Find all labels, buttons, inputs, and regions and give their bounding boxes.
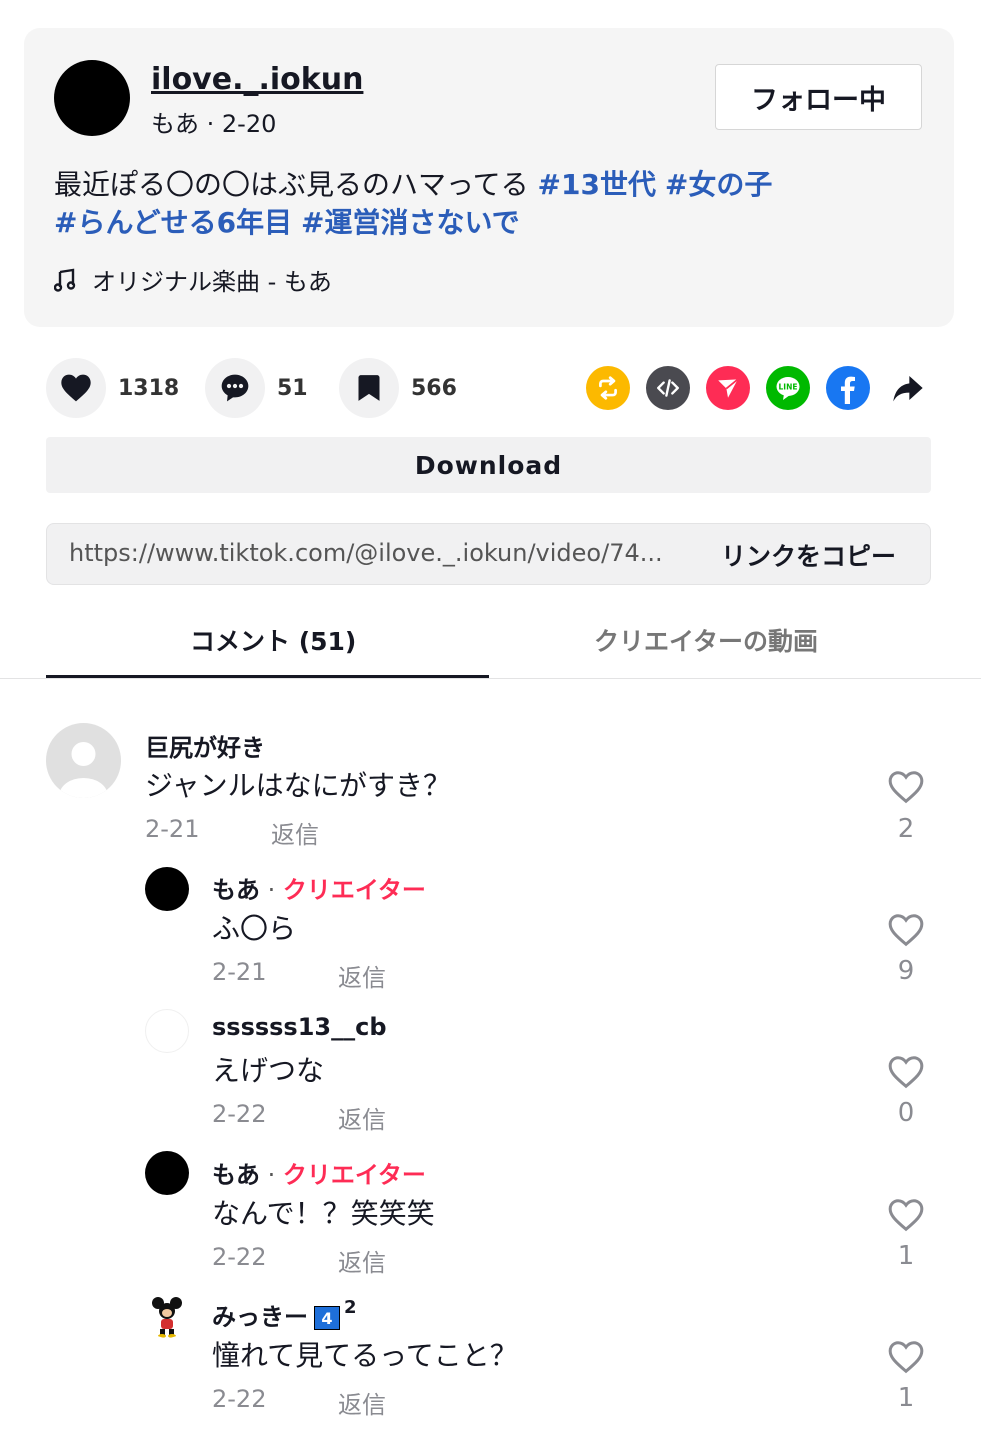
reply-name: もあ [212, 1161, 260, 1189]
music-link[interactable]: オリジナル楽曲 - もあ [54, 262, 332, 297]
like-action[interactable]: 1318 [46, 358, 179, 418]
comment-bubble-icon [221, 374, 249, 402]
following-button[interactable]: フォロー中 [715, 64, 922, 130]
comment-count: 51 [277, 375, 308, 401]
save-count: 566 [411, 375, 457, 401]
reply-date: 2-22 [212, 1243, 267, 1271]
more-share-button[interactable] [886, 366, 930, 410]
reply-text: 憧れて見てるってこと？ [212, 1339, 518, 1372]
hashtag-link[interactable]: #運営消さないで [301, 206, 520, 239]
comment-like-count: 2 [897, 814, 915, 844]
reply-text: なんで！？笑笑笑 [212, 1197, 435, 1230]
heart-outline-icon[interactable] [887, 1053, 925, 1091]
line-logo-icon: LINE [776, 377, 800, 400]
music-note-icon [54, 268, 76, 292]
save-action[interactable]: 566 [339, 358, 457, 418]
reply-date: 2-22 [212, 1385, 267, 1413]
avatar[interactable] [145, 867, 189, 911]
reply-text: えげつな [212, 1054, 325, 1087]
bookmark-icon [358, 375, 380, 401]
reply-button[interactable]: 返信 [338, 1385, 386, 1420]
repost-icon [599, 376, 617, 400]
reply-like-count: 9 [897, 956, 915, 986]
heart-outline-icon[interactable] [887, 1338, 925, 1376]
facebook-logo-icon [841, 376, 855, 404]
creator-label: クリエイター [282, 1161, 426, 1189]
embed-code-icon [657, 379, 679, 397]
comment-date: 2-21 [145, 815, 200, 843]
reply-username[interactable]: みっきー 42 [212, 1297, 357, 1332]
like-count: 1318 [118, 375, 180, 401]
facebook-share-button[interactable] [826, 366, 870, 410]
reply-button[interactable]: 返信 [338, 958, 386, 993]
heart-outline-icon[interactable] [887, 1196, 925, 1234]
reply-text: ふ〇ら [212, 912, 297, 945]
reply-date: 2-21 [212, 958, 267, 986]
line-share-button[interactable]: LINE [766, 366, 810, 410]
mouse-character-icon [152, 1297, 182, 1338]
copy-link-button[interactable]: リンクをコピー [721, 537, 896, 573]
repost-button[interactable] [586, 366, 630, 410]
paper-plane-icon [718, 378, 739, 398]
person-silhouette-icon [59, 742, 108, 798]
author-username[interactable]: ilove._.iokun [151, 62, 363, 97]
content-tabs: コメント (51) クリエイターの動画 [46, 600, 931, 680]
send-to-friends-button[interactable] [706, 366, 750, 410]
reply-button[interactable]: 返信 [271, 815, 319, 850]
comment-action[interactable]: 51 [205, 358, 308, 418]
copy-link-box: https://www.tiktok.com/@ilove._.iokun/vi… [46, 523, 931, 585]
reply-date: 2-22 [212, 1100, 267, 1128]
svg-text:LINE: LINE [779, 383, 798, 392]
author-avatar[interactable] [54, 60, 130, 136]
reply-username[interactable]: もあ · クリエイター [212, 1155, 426, 1190]
embed-button[interactable] [646, 366, 690, 410]
hashtag-link[interactable]: #13世代 [538, 168, 656, 201]
avatar[interactable] [145, 1009, 189, 1053]
reply-username[interactable]: ssssss13__cb [212, 1013, 387, 1041]
reply-button[interactable]: 返信 [338, 1243, 386, 1278]
reply-like-count: 0 [897, 1098, 915, 1128]
music-title: オリジナル楽曲 - もあ [92, 268, 332, 296]
heart-filled-icon [61, 374, 91, 402]
action-bar: 1318 51 566 LINE [46, 358, 931, 418]
separator: · [260, 876, 283, 904]
reply-name: もあ [212, 876, 260, 904]
comment-text: ジャンルはなにがすき？ [145, 769, 452, 802]
avatar[interactable] [145, 1151, 189, 1195]
comment-username[interactable]: 巨尻が好き [145, 728, 265, 763]
tab-comments[interactable]: コメント (51) [190, 622, 356, 658]
heart-outline-icon[interactable] [887, 911, 925, 949]
hashtag-link[interactable]: #女の子 [665, 168, 772, 201]
reply-like-count: 1 [897, 1383, 915, 1413]
keycap-badge: 4 [314, 1306, 340, 1330]
reply-button[interactable]: 返信 [338, 1100, 386, 1135]
reply-name: みっきー [212, 1303, 308, 1331]
creator-label: クリエイター [282, 876, 426, 904]
heart-outline-icon[interactable] [887, 768, 925, 806]
download-button[interactable]: Download [46, 437, 931, 493]
superscript-label: 2 [344, 1297, 357, 1318]
avatar[interactable] [145, 1294, 189, 1338]
author-nickname-date: もあ · 2-20 [151, 110, 277, 138]
default-avatar[interactable] [46, 723, 121, 798]
tab-creator-videos[interactable]: クリエイターの動画 [594, 622, 818, 658]
post-description: 最近ぽる〇の〇はぶ見るのハマってる #13世代 #女の子 #らんどせる6年目 #運… [54, 166, 924, 242]
description-text: 最近ぽる〇の〇はぶ見るのハマってる [54, 168, 538, 201]
video-link-text[interactable]: https://www.tiktok.com/@ilove._.iokun/vi… [69, 539, 679, 567]
post-card: ilove._.iokun もあ · 2-20 フォロー中 最近ぽる〇の〇はぶ見… [24, 28, 954, 327]
reply-username[interactable]: もあ · クリエイター [212, 870, 426, 905]
share-arrow-icon [893, 376, 923, 402]
separator: · [260, 1161, 283, 1189]
hashtag-link[interactable]: #らんどせる6年目 [54, 206, 292, 239]
tabs-divider [0, 678, 981, 679]
reply-like-count: 1 [897, 1241, 915, 1271]
